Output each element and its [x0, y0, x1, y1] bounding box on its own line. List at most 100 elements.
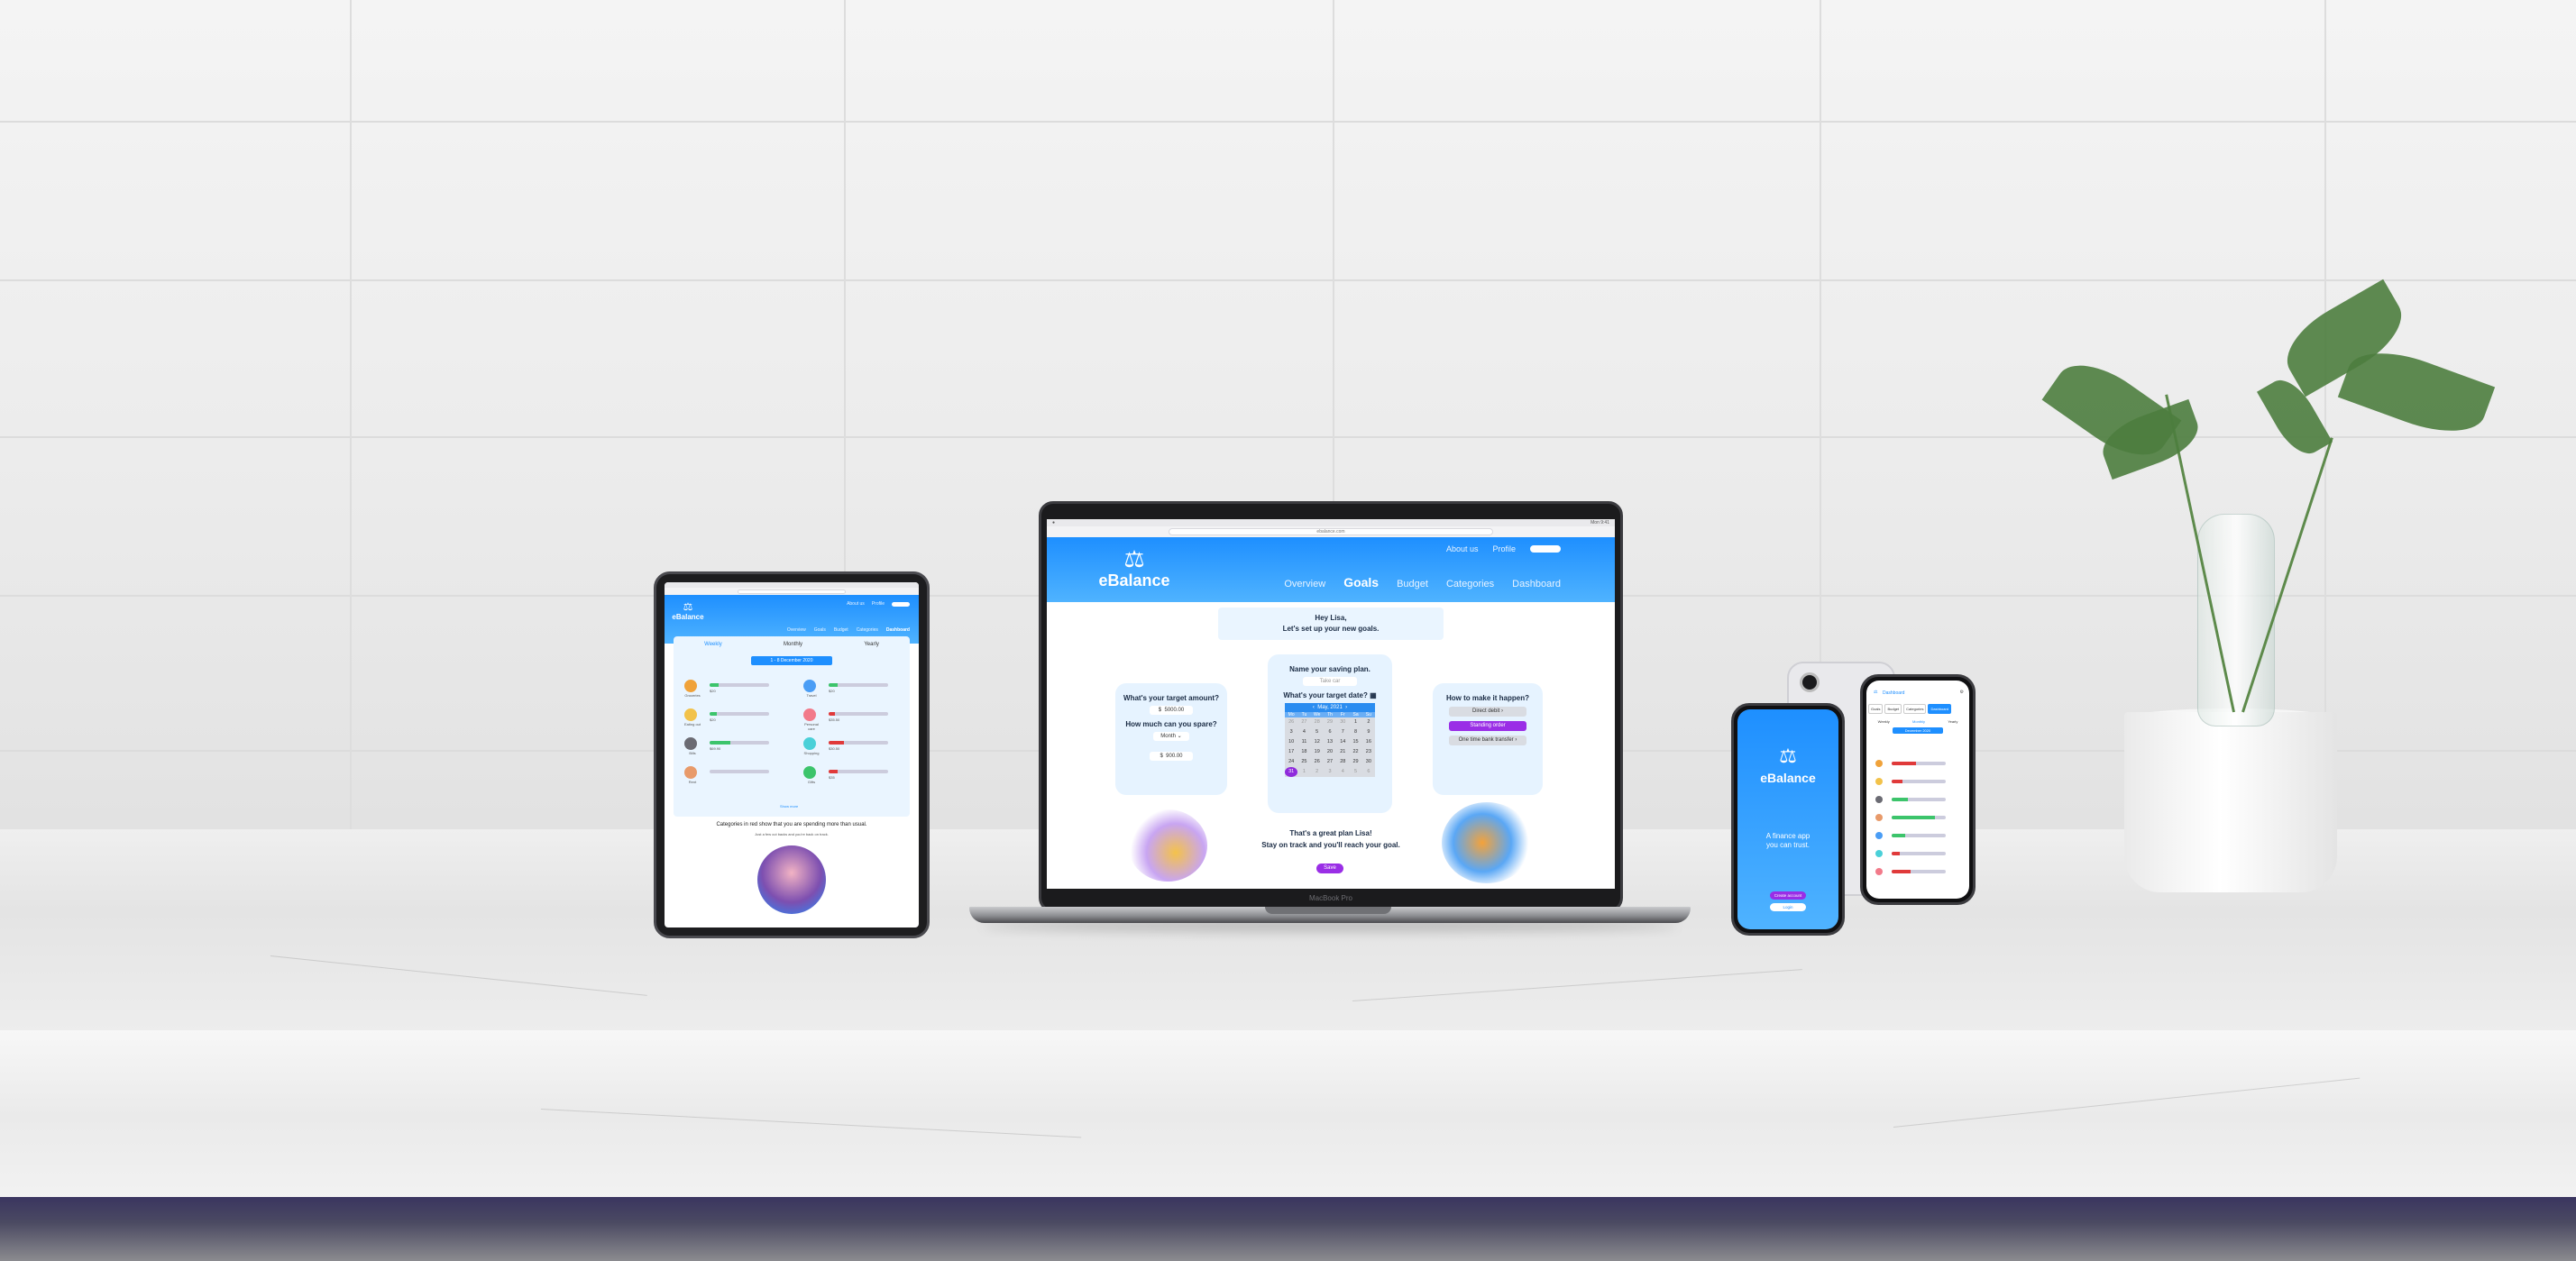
category-item[interactable]: Bills $69.90 — [684, 737, 793, 759]
calendar-day[interactable]: 17 — [1285, 747, 1297, 757]
option-bank-transfer[interactable]: One time bank transfer › — [1449, 736, 1526, 745]
site-logo[interactable]: ⚖ eBalance — [1094, 546, 1175, 590]
chevron-left-icon[interactable]: ‹ — [1313, 705, 1315, 710]
link-about[interactable]: About us — [1446, 544, 1479, 553]
link-profile[interactable]: Profile — [1492, 544, 1516, 553]
calendar-day[interactable]: 30 — [1362, 757, 1375, 767]
calendar-day[interactable]: 2 — [1362, 717, 1375, 727]
calendar-day[interactable]: 27 — [1297, 717, 1310, 727]
tablet-url-bar[interactable] — [665, 588, 919, 595]
calendar-day[interactable]: 6 — [1362, 767, 1375, 777]
calendar-day[interactable]: 28 — [1336, 757, 1349, 767]
nav-dashboard[interactable]: Dashboard — [1512, 579, 1561, 589]
nav-overview[interactable]: Overview — [787, 627, 806, 633]
calendar-day[interactable]: 13 — [1324, 737, 1336, 747]
category-row[interactable] — [1875, 760, 1962, 769]
category-row[interactable] — [1875, 796, 1962, 805]
create-account-button[interactable]: Create account — [1770, 891, 1806, 900]
category-row[interactable] — [1875, 850, 1962, 859]
address-field[interactable]: ebalance.com — [1169, 528, 1493, 535]
calendar-day[interactable]: 26 — [1311, 757, 1324, 767]
calendar-day[interactable]: 1 — [1349, 717, 1361, 727]
calendar-day[interactable]: 28 — [1311, 717, 1324, 727]
spare-period-select[interactable]: Month ⌄ — [1153, 732, 1189, 741]
calendar-day[interactable]: 22 — [1349, 747, 1361, 757]
category-item[interactable]: Rent — [684, 766, 793, 788]
calendar-day[interactable]: 26 — [1285, 717, 1297, 727]
calendar-day[interactable]: 20 — [1324, 747, 1336, 757]
category-item[interactable]: Shopping $30.50 — [803, 737, 912, 759]
calendar-day[interactable]: 5 — [1349, 767, 1361, 777]
date-range-picker[interactable]: 1 - 8 December 2020 — [751, 656, 832, 665]
date-range-picker[interactable]: December 2020 — [1893, 727, 1943, 734]
chevron-right-icon[interactable]: › — [1345, 705, 1347, 710]
tab-dashboard[interactable]: Dashboard — [1928, 704, 1952, 714]
target-amount-input[interactable]: $ 5000.00 — [1150, 706, 1193, 715]
calendar-day[interactable]: 29 — [1324, 717, 1336, 727]
calendar-day[interactable]: 2 — [1311, 767, 1324, 777]
calendar-day[interactable]: 29 — [1349, 757, 1361, 767]
calendar-day[interactable]: 8 — [1349, 727, 1361, 737]
tab-categories[interactable]: Categories — [1903, 704, 1927, 714]
search-input[interactable] — [1530, 545, 1561, 553]
link-profile[interactable]: Profile — [872, 601, 885, 607]
tab-monthly[interactable]: Monthly — [1912, 719, 1925, 724]
calendar-day[interactable]: 11 — [1297, 737, 1310, 747]
calendar-day[interactable]: 4 — [1336, 767, 1349, 777]
category-row[interactable] — [1875, 778, 1962, 787]
nav-goals[interactable]: Goals — [1343, 575, 1379, 589]
category-row[interactable] — [1875, 832, 1962, 841]
category-item[interactable]: Gifts $35 — [803, 766, 912, 788]
calendar-day[interactable]: 3 — [1324, 767, 1336, 777]
tab-yearly[interactable]: Yearly — [1948, 719, 1957, 724]
nav-dashboard[interactable]: Dashboard — [886, 627, 910, 633]
category-item[interactable]: Eating out $20 — [684, 708, 793, 730]
settings-icon[interactable]: ⚙ — [1960, 690, 1964, 695]
calendar-day[interactable]: 10 — [1285, 737, 1297, 747]
calendar-day[interactable]: 4 — [1297, 727, 1310, 737]
save-button[interactable]: Save — [1316, 864, 1343, 873]
tablet-logo[interactable]: ⚖ eBalance — [670, 600, 706, 621]
tab-weekly[interactable]: Weekly — [1878, 719, 1890, 724]
nav-budget[interactable]: Budget — [834, 627, 848, 633]
category-item[interactable]: Personal care $35.50 — [803, 708, 912, 731]
nav-budget[interactable]: Budget — [1397, 579, 1428, 589]
calendar-day[interactable]: 30 — [1336, 717, 1349, 727]
nav-overview[interactable]: Overview — [1284, 579, 1325, 589]
calendar-month[interactable]: ‹ May, 2021 › — [1285, 703, 1375, 712]
calendar-day[interactable]: 31 — [1285, 767, 1298, 777]
calendar-day[interactable]: 27 — [1324, 757, 1336, 767]
search-input[interactable] — [892, 601, 910, 607]
calendar-day[interactable]: 18 — [1297, 747, 1310, 757]
category-row[interactable] — [1875, 868, 1962, 877]
calendar-day[interactable]: 7 — [1336, 727, 1349, 737]
calendar-day[interactable]: 12 — [1311, 737, 1324, 747]
option-standing-order[interactable]: Standing order — [1449, 721, 1526, 731]
show-more-link[interactable]: Show more — [780, 804, 798, 809]
calendar-day[interactable]: 6 — [1324, 727, 1336, 737]
calendar-day[interactable]: 16 — [1362, 737, 1375, 747]
spare-amount-input[interactable]: $ 900.00 — [1150, 752, 1193, 761]
nav-categories[interactable]: Categories — [1446, 579, 1494, 589]
calendar-day[interactable]: 15 — [1349, 737, 1361, 747]
calendar-day[interactable]: 24 — [1285, 757, 1297, 767]
link-about[interactable]: About us — [847, 601, 865, 607]
calendar-day[interactable]: 9 — [1362, 727, 1375, 737]
category-row[interactable] — [1875, 814, 1962, 823]
tab-monthly[interactable]: Monthly — [784, 642, 802, 647]
calendar-day[interactable]: 25 — [1297, 757, 1310, 767]
calendar-day[interactable]: 3 — [1285, 727, 1297, 737]
calendar-day[interactable]: 14 — [1336, 737, 1349, 747]
calendar-day[interactable]: 19 — [1311, 747, 1324, 757]
tab-budget[interactable]: Budget — [1884, 704, 1902, 714]
option-direct-debit[interactable]: Direct debit › — [1449, 707, 1526, 717]
calendar-day[interactable]: 21 — [1336, 747, 1349, 757]
nav-goals[interactable]: Goals — [814, 627, 826, 633]
category-item[interactable]: Travel $20 — [803, 680, 912, 701]
tab-weekly[interactable]: Weekly — [704, 642, 722, 647]
login-button[interactable]: Login — [1770, 903, 1806, 911]
tab-yearly[interactable]: Yearly — [864, 642, 878, 647]
tab-goals[interactable]: Goals — [1868, 704, 1884, 714]
calendar-day[interactable]: 1 — [1297, 767, 1310, 777]
plan-name-input[interactable]: Take car — [1303, 677, 1357, 686]
